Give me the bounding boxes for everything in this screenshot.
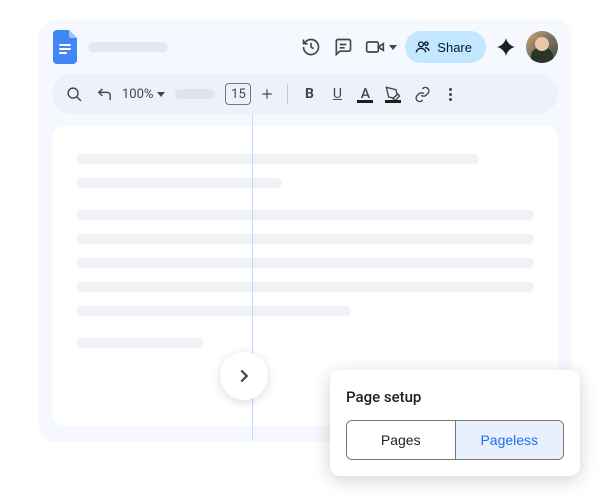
text-color-button[interactable]: A — [354, 82, 376, 106]
history-icon[interactable] — [299, 35, 323, 59]
text-line — [76, 234, 534, 244]
document-title[interactable] — [88, 42, 168, 52]
toolbar-divider — [287, 84, 288, 104]
page-setup-title: Page setup — [346, 388, 564, 406]
share-label: Share — [437, 40, 472, 55]
pageless-option[interactable]: Pageless — [455, 421, 564, 459]
text-line — [76, 282, 534, 292]
zoom-dropdown[interactable]: 100% — [122, 87, 165, 102]
font-size-input[interactable]: 15 — [225, 83, 251, 105]
text-line — [76, 306, 351, 316]
highlight-button[interactable] — [382, 82, 404, 106]
docs-logo-icon[interactable] — [52, 29, 80, 65]
font-family-dropdown[interactable] — [175, 89, 215, 99]
undo-icon[interactable] — [92, 82, 116, 106]
text-line — [76, 210, 534, 220]
meet-dropdown[interactable] — [363, 35, 397, 59]
share-button[interactable]: Share — [405, 31, 486, 63]
font-size-increase[interactable] — [257, 84, 277, 104]
chevron-right-icon — [233, 365, 255, 387]
page-setup-popover: Page setup Pages Pageless — [330, 370, 580, 476]
next-button[interactable] — [220, 352, 268, 400]
avatar[interactable] — [526, 31, 558, 63]
toolbar: 100% 15 B U A — [52, 74, 558, 114]
page-setup-segmented: Pages Pageless — [346, 420, 564, 460]
chevron-down-icon — [157, 92, 165, 97]
people-icon — [415, 39, 431, 55]
underline-button[interactable]: U — [326, 82, 348, 106]
text-line — [76, 154, 479, 164]
app-header: Share — [40, 20, 570, 74]
chevron-down-icon — [389, 45, 397, 50]
text-line — [76, 258, 534, 268]
bold-button[interactable]: B — [298, 82, 320, 106]
comments-icon[interactable] — [331, 35, 355, 59]
search-icon[interactable] — [62, 82, 86, 106]
pages-option[interactable]: Pages — [347, 421, 455, 459]
video-icon — [363, 35, 387, 59]
insert-link-button[interactable] — [410, 82, 434, 106]
more-options-button[interactable] — [440, 88, 460, 101]
gemini-icon[interactable] — [494, 35, 518, 59]
text-line — [76, 338, 204, 348]
zoom-value: 100% — [122, 87, 153, 102]
